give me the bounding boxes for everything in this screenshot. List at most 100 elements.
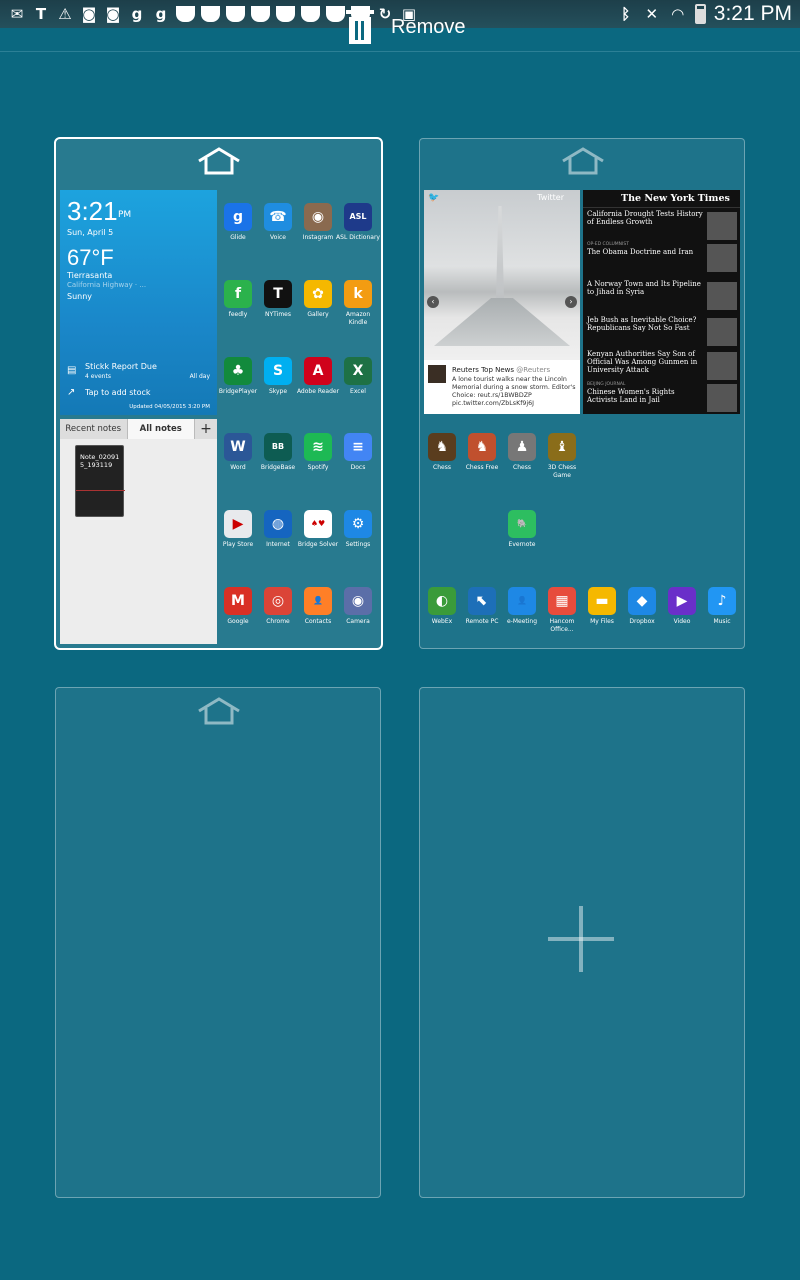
app-label: My Files [590, 618, 614, 625]
home-page-3[interactable] [55, 687, 381, 1198]
home-icon[interactable] [196, 696, 242, 726]
tweet-photo [424, 190, 580, 360]
contacts-icon: 👤 [304, 587, 332, 615]
tab-recent-notes[interactable]: Recent notes [60, 419, 128, 439]
notes-widget[interactable]: Recent notes All notes + Note_020915_193… [60, 419, 217, 644]
app-bridgeplayer[interactable]: ♣ BridgePlayer [216, 357, 260, 396]
stock-chart-icon: ↗ [67, 387, 76, 398]
app-label: Gallery [307, 311, 329, 318]
nyt-headline-item[interactable]: BEIJING JOURNAL Chinese Women's Rights Ac… [587, 382, 707, 404]
excel-icon: X [344, 357, 372, 385]
app-excel[interactable]: X Excel [336, 357, 380, 396]
app-chess2[interactable]: ♟ Chess [500, 433, 544, 472]
app-dropbox[interactable]: ◆ Dropbox [620, 587, 664, 626]
app-contacts[interactable]: 👤 Contacts [296, 587, 340, 626]
nyt-thumbnail [707, 244, 737, 272]
home-icon[interactable] [560, 146, 606, 176]
spotify-icon: ≋ [304, 433, 332, 461]
remove-drop-zone[interactable]: Remove [0, 0, 800, 52]
app-kindle[interactable]: k Amazon Kindle [336, 280, 380, 326]
app-hancom[interactable]: ▦ Hancom Office... [540, 587, 584, 633]
app-label: Excel [350, 388, 366, 395]
gmail-icon: M [224, 587, 252, 615]
app-asl[interactable]: ASL ASL Dictionary [336, 203, 380, 242]
adobe-icon: A [304, 357, 332, 385]
app-chrome[interactable]: ◎ Chrome [256, 587, 300, 626]
video-icon: ▶ [668, 587, 696, 615]
nyt-headline-item[interactable]: California Drought Tests History of Endl… [587, 210, 707, 226]
app-bridgesolver[interactable]: ♠♥ Bridge Solver [296, 510, 340, 549]
nyt-headline-item[interactable]: OP-ED COLUMNIST The Obama Doctrine and Ir… [587, 242, 707, 256]
app-chessfree[interactable]: ♞ Chess Free [460, 433, 504, 472]
app-settings[interactable]: ⚙ Settings [336, 510, 380, 549]
app-camera[interactable]: ◉ Camera [336, 587, 380, 626]
nyt-headline-item[interactable]: Jeb Bush as Inevitable Choice? Republica… [587, 316, 707, 332]
app-label: ASL Dictionary [336, 234, 380, 241]
remove-label: Remove [391, 15, 466, 38]
app-skype[interactable]: S Skype [256, 357, 300, 396]
app-label: Camera [346, 618, 370, 625]
bridgebase-icon: BB [264, 433, 292, 461]
app-music[interactable]: ♪ Music [700, 587, 744, 626]
widget-location-sub: California Highway · ... [67, 281, 147, 289]
twitter-widget[interactable]: 🐦 Twitter ‹ › Reuters Top News @Reuters … [424, 190, 580, 414]
app-evernote[interactable]: 🐘 Evernote [500, 510, 544, 549]
remove-button[interactable]: Remove [346, 10, 465, 44]
chrome-icon: ◎ [264, 587, 292, 615]
app-chess3d[interactable]: ♝ 3D Chess Game [540, 433, 584, 479]
app-nytimes[interactable]: T NYTimes [256, 280, 300, 319]
evernote-icon: 🐘 [508, 510, 536, 538]
app-label: Chess Free [465, 464, 499, 471]
app-spotify[interactable]: ≋ Spotify [296, 433, 340, 472]
app-gmail[interactable]: M Google [216, 587, 260, 626]
app-label: Adobe Reader [296, 388, 340, 395]
nyt-thumbnail [707, 318, 737, 346]
app-emeeting[interactable]: 👤 e-Meeting [500, 587, 544, 626]
app-adobe[interactable]: A Adobe Reader [296, 357, 340, 396]
music-icon: ♪ [708, 587, 736, 615]
weather-clock-widget[interactable]: 3:21 PM Sun, April 5 67°F Tierrasanta Ca… [60, 190, 217, 415]
notes-tabs: Recent notes All notes + [60, 419, 217, 439]
chessfree-icon: ♞ [468, 433, 496, 461]
glide-icon: g [224, 203, 252, 231]
app-bridgebase[interactable]: BB BridgeBase [256, 433, 300, 472]
widget-ampm: PM [118, 210, 132, 220]
nyt-headline-item[interactable]: Kenyan Authorities Say Son of Official W… [587, 350, 707, 374]
widget-stock-prompt[interactable]: Tap to add stock [85, 388, 151, 397]
app-label: Chrome [266, 618, 290, 625]
app-docs[interactable]: ≡ Docs [336, 433, 380, 472]
nytimes-widget[interactable]: The New York Times California Drought Te… [583, 190, 740, 414]
app-webex[interactable]: ◐ WebEx [420, 587, 464, 626]
chess-icon: ♞ [428, 433, 456, 461]
app-label: Evernote [508, 541, 536, 548]
next-arrow-icon[interactable]: › [565, 296, 577, 308]
app-chess[interactable]: ♞ Chess [420, 433, 464, 472]
note-thumbnail[interactable]: Note_020915_193119 [75, 445, 125, 517]
tab-all-notes[interactable]: All notes [127, 419, 195, 439]
app-remotepc[interactable]: ⬉ Remote PC [460, 587, 504, 626]
app-video[interactable]: ▶ Video [660, 587, 704, 626]
app-label: Dropbox [629, 618, 655, 625]
prev-arrow-icon[interactable]: ‹ [427, 296, 439, 308]
emeeting-icon: 👤 [508, 587, 536, 615]
app-gallery[interactable]: ✿ Gallery [296, 280, 340, 319]
nytimes-icon: T [264, 280, 292, 308]
add-page-plus-icon[interactable] [548, 906, 614, 972]
home-icon[interactable] [196, 146, 242, 176]
app-word[interactable]: W Word [216, 433, 260, 472]
app-myfiles[interactable]: ▬ My Files [580, 587, 624, 626]
widget-updated: Updated 04/05/2015 3:20 PM [129, 404, 210, 410]
app-label: Google [227, 618, 249, 625]
app-glide[interactable]: g Glide [216, 203, 260, 242]
remotepc-icon: ⬉ [468, 587, 496, 615]
add-note-button[interactable]: + [195, 419, 217, 439]
app-playstore[interactable]: ▶ Play Store [216, 510, 260, 549]
app-internet[interactable]: ◍ Internet [256, 510, 300, 549]
app-feedly[interactable]: f feedly [216, 280, 260, 319]
app-instagram[interactable]: ◉ Instagram [296, 203, 340, 242]
gallery-icon: ✿ [304, 280, 332, 308]
nyt-headline-item[interactable]: A Norway Town and Its Pipeline to Jihad … [587, 280, 707, 296]
app-label: Remote PC [465, 618, 499, 625]
app-voice[interactable]: ☎ Voice [256, 203, 300, 242]
camera-icon: ◉ [344, 587, 372, 615]
